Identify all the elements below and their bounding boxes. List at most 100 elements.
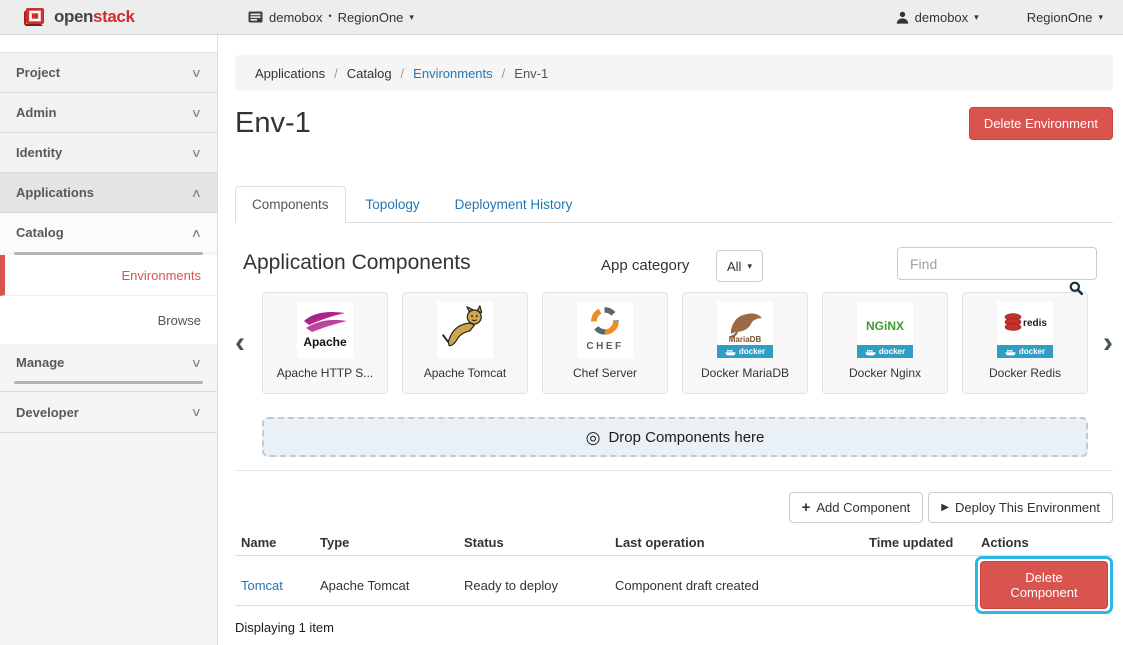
breadcrumb-current: Env-1: [514, 66, 548, 81]
caret-down-icon: ▾: [747, 261, 752, 272]
sidebar-item-label: Identity: [16, 145, 62, 160]
docker-badge-label: docker: [879, 347, 905, 356]
component-card-chef-server[interactable]: CHEF Chef Server: [542, 292, 668, 394]
components-carousel: ‹ Apache Apache HTTP S.: [235, 292, 1113, 394]
sidebar-item-environments[interactable]: Environments: [0, 255, 217, 296]
component-type-cell: Apache Tomcat: [314, 578, 458, 593]
add-component-button[interactable]: + Add Component: [789, 492, 924, 523]
context-project: demobox: [269, 10, 322, 25]
caret-down-icon: ▾: [409, 12, 414, 23]
components-table: Name Type Status Last operation Time upd…: [235, 530, 1113, 606]
breadcrumb-applications: Applications: [255, 66, 325, 81]
breadcrumb-separator: /: [502, 66, 506, 81]
chevron-up-icon: ∧: [191, 186, 202, 200]
app-category-label: App category: [601, 257, 689, 274]
topbar-right: demobox ▾ RegionOne ▾: [896, 10, 1123, 25]
breadcrumb-catalog: Catalog: [347, 66, 392, 81]
tab-topology[interactable]: Topology: [351, 187, 435, 222]
panel-heading: Application Components: [243, 251, 471, 275]
column-header-name: Name: [235, 535, 314, 550]
chevron-left-icon: ‹: [235, 326, 245, 359]
component-card-label: Docker MariaDB: [701, 366, 789, 380]
carousel-next-button[interactable]: ›: [1089, 293, 1113, 393]
page-title: Env-1: [235, 107, 311, 140]
tab-deployment-history[interactable]: Deployment History: [440, 187, 588, 222]
sidebar-item-manage[interactable]: Manage ∨: [0, 344, 217, 381]
context-separator: •: [328, 11, 331, 21]
breadcrumb: Applications / Catalog / Environments / …: [235, 55, 1113, 91]
topbar: openstack demobox • RegionOne ▾ demobox …: [0, 0, 1123, 35]
region-menu[interactable]: RegionOne ▾: [1027, 10, 1103, 25]
sidebar-item-label: Applications: [16, 185, 94, 200]
chevron-down-icon: ∨: [191, 146, 202, 160]
table-row: Tomcat Apache Tomcat Ready to deploy Com…: [235, 556, 1113, 606]
plus-icon: +: [802, 500, 811, 515]
column-header-type: Type: [314, 535, 458, 550]
column-header-last-operation: Last operation: [609, 535, 863, 550]
carousel-prev-button[interactable]: ‹: [235, 293, 262, 393]
nginx-logo-icon: NGiNX docker: [857, 302, 913, 358]
component-card-apache-http[interactable]: Apache Apache HTTP S...: [262, 292, 388, 394]
mariadb-wordmark: MariaDB: [729, 335, 762, 344]
user-menu-label: demobox: [915, 10, 968, 25]
sidebar-top-strip: [0, 35, 217, 53]
component-name-link[interactable]: Tomcat: [241, 578, 283, 593]
apache-http-logo-icon: Apache: [297, 302, 353, 358]
highlight-frame: Delete Component: [975, 556, 1113, 614]
brand-wordmark: openstack: [54, 7, 135, 27]
sidebar-item-label: Environments: [122, 268, 201, 283]
target-icon: ◎: [586, 429, 601, 446]
drop-components-zone[interactable]: ◎ Drop Components here: [262, 417, 1088, 457]
column-header-time-updated: Time updated: [863, 535, 975, 550]
search-button[interactable]: [1069, 281, 1083, 298]
delete-environment-button[interactable]: Delete Environment: [969, 107, 1113, 140]
tab-bar: Components Topology Deployment History: [235, 185, 1113, 223]
chevron-right-icon: ›: [1103, 326, 1113, 359]
environment-actions: + Add Component ▶ Deploy This Environmen…: [235, 492, 1113, 523]
nginx-wordmark: NGiNX: [866, 319, 904, 333]
sidebar-item-label: Manage: [16, 355, 64, 370]
component-card-label: Chef Server: [573, 366, 637, 380]
category-dropdown[interactable]: All ▾: [716, 250, 763, 282]
deploy-environment-button[interactable]: ▶ Deploy This Environment: [928, 492, 1113, 523]
chevron-down-icon: ∨: [191, 356, 202, 370]
component-card-apache-tomcat[interactable]: Apache Tomcat: [402, 292, 528, 394]
project-region-switcher[interactable]: demobox • RegionOne ▾: [248, 10, 414, 25]
region-menu-label: RegionOne: [1027, 10, 1093, 25]
caret-down-icon: ▾: [974, 12, 979, 23]
docker-whale-icon: [865, 348, 876, 356]
brand-open: open: [54, 7, 93, 26]
section-divider: [235, 470, 1113, 471]
sidebar-item-applications[interactable]: Applications ∧: [0, 173, 217, 213]
sidebar-item-catalog[interactable]: Catalog ∧: [0, 213, 217, 252]
breadcrumb-environments-link[interactable]: Environments: [413, 66, 492, 81]
component-last-operation-cell: Component draft created: [609, 578, 863, 593]
delete-component-button[interactable]: Delete Component: [980, 561, 1108, 609]
component-card-docker-mariadb[interactable]: MariaDB docker Docker MariaDB: [682, 292, 808, 394]
docker-badge: docker: [717, 345, 773, 358]
sidebar-item-project[interactable]: Project ∨: [0, 53, 217, 93]
category-dropdown-value: All: [727, 259, 741, 274]
component-card-label: Docker Redis: [989, 366, 1061, 380]
manage-underline: [14, 381, 203, 384]
title-row: Env-1 Delete Environment: [235, 107, 1113, 140]
sidebar-item-identity[interactable]: Identity ∨: [0, 133, 217, 173]
breadcrumb-separator: /: [401, 66, 405, 81]
sidebar-item-label: Project: [16, 65, 60, 80]
search-input[interactable]: [897, 247, 1097, 280]
tab-components[interactable]: Components: [235, 186, 346, 223]
apache-wordmark: Apache: [303, 335, 347, 349]
sidebar-item-label: Catalog: [16, 225, 64, 240]
column-header-actions: Actions: [975, 535, 1113, 550]
sidebar-item-developer[interactable]: Developer ∨: [0, 391, 217, 433]
sidebar-item-browse[interactable]: Browse: [0, 296, 217, 344]
sidebar-item-label: Admin: [16, 105, 56, 120]
user-menu[interactable]: demobox ▾: [896, 10, 979, 25]
tomcat-logo-icon: [437, 302, 493, 358]
component-card-docker-nginx[interactable]: NGiNX docker Docker Nginx: [822, 292, 948, 394]
component-card-label: Apache HTTP S...: [277, 366, 374, 380]
sidebar-item-admin[interactable]: Admin ∨: [0, 93, 217, 133]
user-icon: [896, 11, 909, 24]
component-card-docker-redis[interactable]: redis docker Docker Redis: [962, 292, 1088, 394]
openstack-logo[interactable]: openstack: [0, 6, 218, 28]
